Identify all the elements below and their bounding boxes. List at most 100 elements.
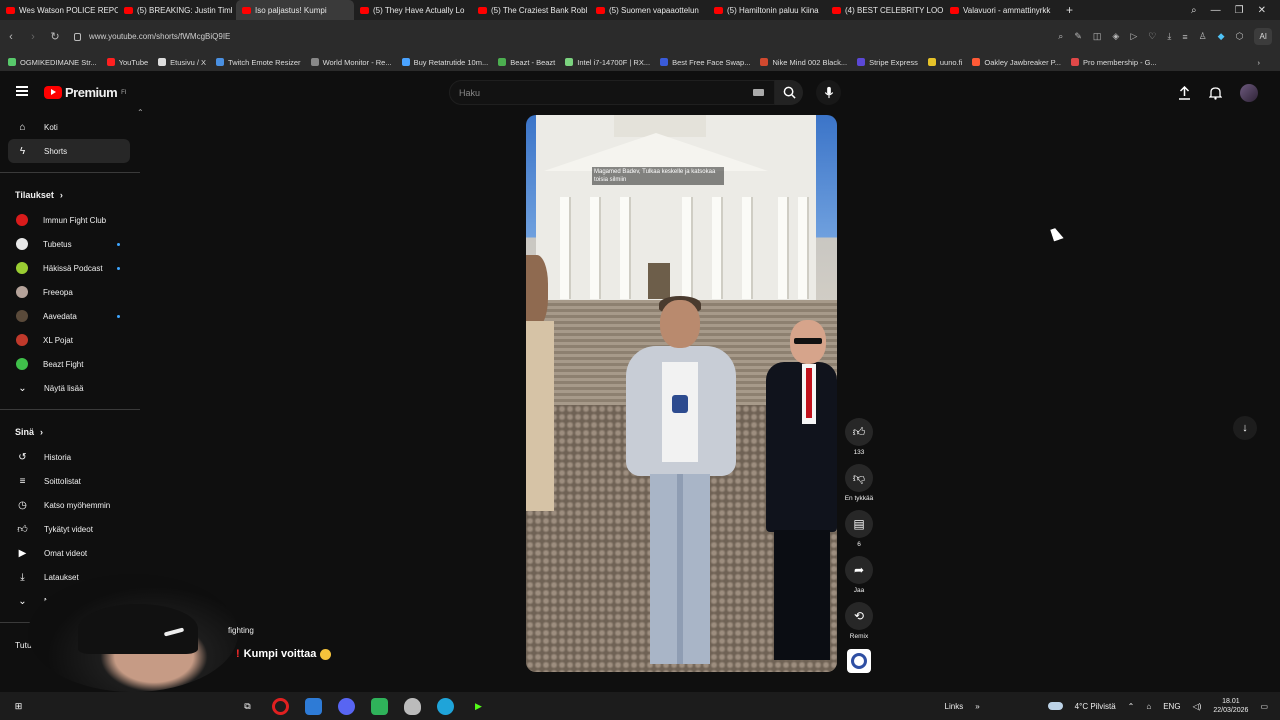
search-page-icon[interactable]: ⌕ bbox=[1058, 31, 1063, 42]
menu-hamburger-icon[interactable] bbox=[16, 86, 28, 96]
new-tab-button[interactable]: + bbox=[1062, 3, 1077, 17]
remix-icon[interactable]: ⟲ bbox=[845, 602, 873, 630]
back-button[interactable]: ‹ bbox=[0, 31, 22, 43]
bookmark-item[interactable]: Etusivu / X bbox=[158, 58, 206, 67]
shield-app-icon[interactable] bbox=[404, 697, 421, 715]
browser-tab[interactable]: Iso paljastus! Kumpi bbox=[236, 0, 354, 20]
opera-gx-icon[interactable] bbox=[272, 697, 289, 715]
ai-button[interactable]: AI bbox=[1254, 28, 1272, 45]
account-icon[interactable]: ♙ bbox=[1199, 31, 1207, 42]
sidebar-item-liked-videos[interactable]: 👍︎ Tykätyt videot bbox=[0, 517, 140, 541]
app-icon[interactable] bbox=[305, 697, 322, 715]
sidebar-subscription[interactable]: Aavedata bbox=[0, 304, 140, 328]
camera-icon[interactable]: ◫ bbox=[1093, 31, 1102, 42]
search-button[interactable] bbox=[775, 80, 803, 105]
speaker-icon[interactable]: ◁) bbox=[1193, 702, 1202, 711]
bookmark-item[interactable]: Best Free Face Swap... bbox=[660, 58, 750, 67]
tab-search-icon[interactable]: ⌕ bbox=[1191, 5, 1197, 16]
notifications-bell-icon[interactable] bbox=[1209, 86, 1222, 100]
upload-icon[interactable] bbox=[1178, 86, 1191, 100]
browser-tab[interactable]: (5) Suomen vapaaottelun bbox=[590, 0, 708, 20]
browser-tab[interactable]: (4) BEST CELEBRITY LOOK bbox=[826, 0, 944, 20]
maximize-button[interactable]: ❐ bbox=[1235, 5, 1244, 16]
browser-tab[interactable]: (5) The Craziest Bank Robl bbox=[472, 0, 590, 20]
windows-start-icon[interactable]: ⊞ bbox=[10, 698, 27, 715]
sidebar-item-home[interactable]: ⌂ Koti bbox=[0, 115, 140, 139]
clock[interactable]: 18.01 22/03/2026 bbox=[1213, 697, 1248, 715]
cube-icon[interactable]: ⬡ bbox=[1236, 31, 1244, 42]
browser-tab[interactable]: (5) Hamiltonin paluu Kiina bbox=[708, 0, 826, 20]
minimize-button[interactable]: — bbox=[1211, 5, 1221, 16]
play-icon[interactable]: ▷ bbox=[1130, 31, 1137, 42]
you-header[interactable]: Sinä › bbox=[0, 419, 140, 445]
chevron-icon[interactable]: » bbox=[975, 702, 979, 711]
sidebar-item-watch-later[interactable]: ◷ Katso myöhemmin bbox=[0, 493, 140, 517]
bookmark-item[interactable]: OGMIKEDIMANE Str... bbox=[8, 58, 97, 67]
youtube-premium-logo[interactable]: Premium FI bbox=[44, 85, 126, 100]
sidebar-subscription[interactable]: XL Pojat bbox=[0, 328, 140, 352]
url-field[interactable]: www.youtube.com/shorts/fWMcgBiQ9IE bbox=[74, 32, 230, 41]
links-toolbar[interactable]: Links bbox=[945, 702, 964, 711]
cathedral-column bbox=[560, 197, 569, 299]
edge-icon[interactable] bbox=[437, 697, 454, 715]
notification-center-icon[interactable]: ▭ bbox=[1260, 702, 1268, 711]
channel-avatar[interactable] bbox=[847, 649, 871, 673]
keyboard-icon[interactable] bbox=[753, 89, 764, 96]
download-icon[interactable]: ⤓ bbox=[1167, 31, 1171, 42]
bookmark-item[interactable]: Twitch Emote Resizer bbox=[216, 58, 301, 67]
task-view-icon[interactable]: ⧉ bbox=[239, 698, 256, 715]
thumb-up-icon[interactable]: 👍︎ bbox=[845, 418, 873, 446]
bookmarks-overflow-icon[interactable]: › bbox=[1258, 58, 1261, 67]
menu-icon[interactable]: ≡ bbox=[1182, 32, 1187, 42]
voice-search-button[interactable] bbox=[816, 80, 841, 105]
weather-text[interactable]: 4°C Pilvistä bbox=[1075, 702, 1116, 711]
comment-icon[interactable]: ▤ bbox=[845, 510, 873, 538]
browser-tab[interactable]: Wes Watson POLICE REPO bbox=[0, 0, 118, 20]
discord-icon[interactable] bbox=[338, 697, 355, 715]
bookmark-item[interactable]: Stripe Express bbox=[857, 58, 918, 67]
bookmark-item[interactable]: Oakley Jawbreaker P... bbox=[972, 58, 1061, 67]
extension-icon[interactable]: ◆ bbox=[1218, 31, 1225, 42]
bookmark-item[interactable]: uuno.fi bbox=[927, 58, 962, 67]
short-video-player[interactable]: Magamed Badev, Tulkaa keskelle ja katsok… bbox=[526, 115, 837, 672]
spotify-like-app-icon[interactable] bbox=[371, 697, 388, 715]
sidebar-item-shorts[interactable]: ϟ Shorts bbox=[8, 139, 130, 163]
bookmark-item[interactable]: Beazt - Beazt bbox=[498, 58, 555, 67]
tray-expand-icon[interactable]: ⌃ bbox=[1128, 702, 1135, 711]
thumb-down-icon[interactable]: 👎︎ bbox=[845, 464, 873, 492]
sidebar-scroll-up-icon[interactable]: ⌃ bbox=[137, 108, 144, 117]
sidebar-item-your-videos[interactable]: ▶ Omat videot bbox=[0, 541, 140, 565]
sidebar-subscription[interactable]: Tubetus bbox=[0, 232, 140, 256]
show-more-subscriptions[interactable]: ⌄ Näytä lisää bbox=[0, 376, 140, 400]
share-icon[interactable]: ➦ bbox=[845, 556, 873, 584]
sidebar-item-history[interactable]: ↺ Historia bbox=[0, 445, 140, 469]
language-indicator[interactable]: ENG bbox=[1163, 702, 1180, 711]
bookmark-item[interactable]: Pro membership - G... bbox=[1070, 58, 1157, 67]
subscriptions-header[interactable]: Tilaukset › bbox=[0, 182, 140, 208]
close-window-button[interactable]: ✕ bbox=[1258, 5, 1266, 16]
browser-tab[interactable]: Valavuori - ammattinyrkk bbox=[944, 0, 1062, 20]
browser-tab[interactable]: (5) They Have Actually Lo bbox=[354, 0, 472, 20]
bookmark-item[interactable]: Nike Mind 002 Black... bbox=[760, 58, 847, 67]
bookmark-item[interactable]: YouTube bbox=[106, 58, 148, 67]
search-input[interactable]: Haku bbox=[449, 80, 775, 105]
next-short-button[interactable]: ↓ bbox=[1233, 416, 1257, 440]
bookmark-item[interactable]: Buy Retatrutide 10m... bbox=[401, 58, 488, 67]
kick-app-icon[interactable]: ▶ bbox=[470, 698, 487, 715]
sidebar-subscription[interactable]: Freeopa bbox=[0, 280, 140, 304]
user-avatar[interactable] bbox=[1240, 84, 1258, 102]
edit-icon[interactable]: ✎ bbox=[1074, 31, 1082, 42]
reload-button[interactable]: ↻ bbox=[44, 30, 66, 43]
bookmark-item[interactable]: World Monitor - Re... bbox=[310, 58, 392, 67]
browser-tab[interactable]: (5) BREAKING: Justin Timl bbox=[118, 0, 236, 20]
shield-icon[interactable]: ◈ bbox=[1112, 31, 1119, 42]
sidebar-item-playlists[interactable]: ≡ Soittolistat bbox=[0, 469, 140, 493]
sidebar-subscription[interactable]: Immun Fight Club bbox=[0, 208, 140, 232]
network-icon[interactable]: ⌂ bbox=[1146, 702, 1151, 711]
person-left-edge bbox=[526, 255, 554, 645]
forward-button[interactable]: › bbox=[22, 31, 44, 43]
heart-icon[interactable]: ♡ bbox=[1148, 31, 1156, 42]
sidebar-subscription[interactable]: Beazt Fight bbox=[0, 352, 140, 376]
sidebar-subscription[interactable]: Häkissä Podcast bbox=[0, 256, 140, 280]
bookmark-item[interactable]: Intel i7-14700F | RX... bbox=[565, 58, 650, 67]
